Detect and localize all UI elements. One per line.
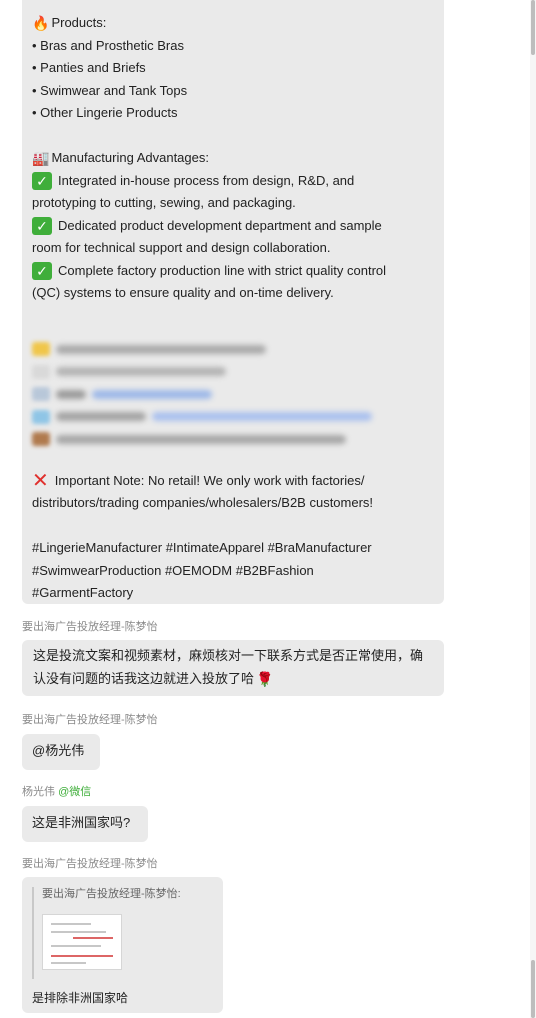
advantages-heading: Manufacturing Advantages: — [51, 150, 209, 165]
check-mark-icon: ✓ — [32, 261, 52, 280]
advantage-text: (QC) systems to ensure quality and on-ti… — [32, 285, 334, 300]
fire-icon: 🔥 — [32, 15, 50, 31]
hashtag-line: #LingerieManufacturer #IntimateApparel #… — [32, 537, 434, 560]
note-text: Important Note: No retail! We only work … — [54, 472, 365, 488]
sender-line: 杨光伟 @微信 — [22, 785, 91, 799]
wechat-tag: @微信 — [58, 786, 92, 798]
hashtag-line: #SwimwearProduction #OEMODM #B2BFashion — [32, 560, 434, 583]
check-mark-icon: ✓ — [32, 216, 52, 235]
advantage-line: ✓ Dedicated product development departmen… — [32, 215, 434, 238]
sender-name: 要出海广告投放经理-陈梦怡 — [22, 621, 158, 633]
check-mark-icon: ✓ — [32, 171, 52, 190]
reply-text: 是排除非洲国家哈 — [32, 991, 129, 1005]
list-item: • Panties and Briefs — [32, 57, 434, 80]
thumb-highlight — [73, 937, 113, 939]
note-line: distributors/trading companies/wholesale… — [32, 492, 434, 515]
advantage-text: Complete factory production line with st… — [58, 262, 387, 278]
advantages-heading-line: 🏭 Manufacturing Advantages: — [32, 147, 434, 170]
message-bubble[interactable]: 这是非洲国家吗? — [22, 806, 148, 842]
list-item: • Swimwear and Tank Tops — [32, 80, 434, 103]
quoted-image-thumbnail[interactable] — [42, 914, 122, 970]
message-bubble-quote[interactable]: 要出海广告投放经理-陈梦怡: 是排除非洲国家哈 — [22, 877, 223, 1013]
products-heading: Products: — [51, 15, 107, 30]
list-item: • Other Lingerie Products — [32, 102, 434, 125]
redacted-text — [56, 412, 146, 422]
message-text: 认没有问题的话我这边就进入投放了哈 — [33, 670, 255, 686]
advantage-line: ✓ Complete factory production line with s… — [32, 260, 434, 283]
message-text-line: 认没有问题的话我这边就进入投放了哈 🌹 — [33, 668, 433, 691]
advantage-text: prototyping to cutting, sewing, and pack… — [32, 195, 296, 210]
advantage-line: room for technical support and design co… — [32, 237, 434, 260]
thumb-line — [51, 962, 86, 964]
message-text: 这是非洲国家吗? — [32, 815, 131, 830]
note-line: ✕ Important Note: No retail! We only wor… — [32, 470, 434, 493]
hashtags-text: #LingerieManufacturer #IntimateApparel #… — [32, 540, 372, 555]
hashtags-text: #GarmentFactory — [32, 585, 134, 600]
mention-text[interactable]: @杨光伟 — [32, 743, 84, 758]
redacted-link — [152, 412, 372, 422]
message-bubble[interactable]: @杨光伟 — [22, 734, 100, 770]
quote-sender: 要出海广告投放经理-陈梦怡: — [42, 888, 181, 900]
cross-mark-icon: ✕ — [32, 469, 49, 492]
redacted-icon — [32, 364, 50, 379]
sender-name: 要出海广告投放经理-陈梦怡 — [22, 714, 158, 726]
advantage-text: Dedicated product development department… — [58, 217, 382, 233]
chat-area: 🔥 Products: • Bras and Prosthetic Bras •… — [0, 0, 530, 1018]
advantage-line: prototyping to cutting, sewing, and pack… — [32, 192, 434, 215]
scrollbar-thumb[interactable] — [531, 960, 535, 1018]
quoted-message[interactable]: 要出海广告投放经理-陈梦怡: — [32, 887, 213, 979]
sender-name: 杨光伟 — [22, 786, 55, 798]
advantage-text: Integrated in-house process from design,… — [58, 172, 355, 188]
list-item: • Bras and Prosthetic Bras — [32, 35, 434, 58]
scrollbar-track[interactable] — [530, 0, 536, 1018]
product-item-text: Bras and Prosthetic Bras — [40, 37, 184, 53]
redacted-text — [56, 389, 86, 399]
rose-icon: 🌹 — [256, 670, 274, 687]
thumb-highlight — [51, 955, 113, 957]
thumb-line — [51, 945, 101, 947]
redacted-icon — [32, 342, 50, 357]
redacted-contact-line — [32, 428, 434, 451]
products-heading-line: 🔥 Products: — [32, 12, 434, 35]
factory-icon: 🏭 — [32, 150, 50, 166]
product-item-text: Swimwear and Tank Tops — [40, 82, 188, 98]
advantage-text: room for technical support and design co… — [32, 240, 331, 255]
redacted-contact-line — [32, 406, 434, 429]
scrollbar-thumb[interactable] — [531, 0, 535, 55]
hashtags-text: #SwimwearProduction #OEMODM #B2BFashion — [32, 562, 314, 578]
thumb-line — [51, 931, 106, 933]
redacted-icon — [32, 409, 50, 424]
redacted-text — [56, 344, 266, 354]
redacted-link — [92, 389, 212, 399]
redacted-contact-line — [32, 361, 434, 384]
product-item-text: Panties and Briefs — [40, 60, 146, 75]
note-text: distributors/trading companies/wholesale… — [32, 495, 374, 510]
redacted-contact-line — [32, 338, 434, 361]
advantage-line: (QC) systems to ensure quality and on-ti… — [32, 282, 434, 305]
redacted-contact-line — [32, 383, 434, 406]
message-bubble-main[interactable]: 🔥 Products: • Bras and Prosthetic Bras •… — [22, 0, 444, 604]
product-item-text: Other Lingerie Products — [40, 105, 178, 120]
message-bubble[interactable]: 这是投流文案和视频素材，麻烦核对一下联系方式是否正常使用，确 认没有问题的话我这… — [22, 640, 444, 696]
redacted-icon — [32, 387, 50, 402]
thumb-line — [51, 923, 91, 925]
message-text-line: 这是投流文案和视频素材，麻烦核对一下联系方式是否正常使用，确 — [33, 645, 433, 668]
hashtag-line: #GarmentFactory — [32, 582, 434, 605]
redacted-text — [56, 367, 226, 377]
sender-name: 要出海广告投放经理-陈梦怡 — [22, 858, 158, 870]
advantage-line: ✓ Integrated in-house process from design… — [32, 170, 434, 193]
message-text: 这是投流文案和视频素材，麻烦核对一下联系方式是否正常使用，确 — [33, 648, 424, 663]
redacted-text — [56, 434, 346, 444]
redacted-icon — [32, 432, 50, 447]
